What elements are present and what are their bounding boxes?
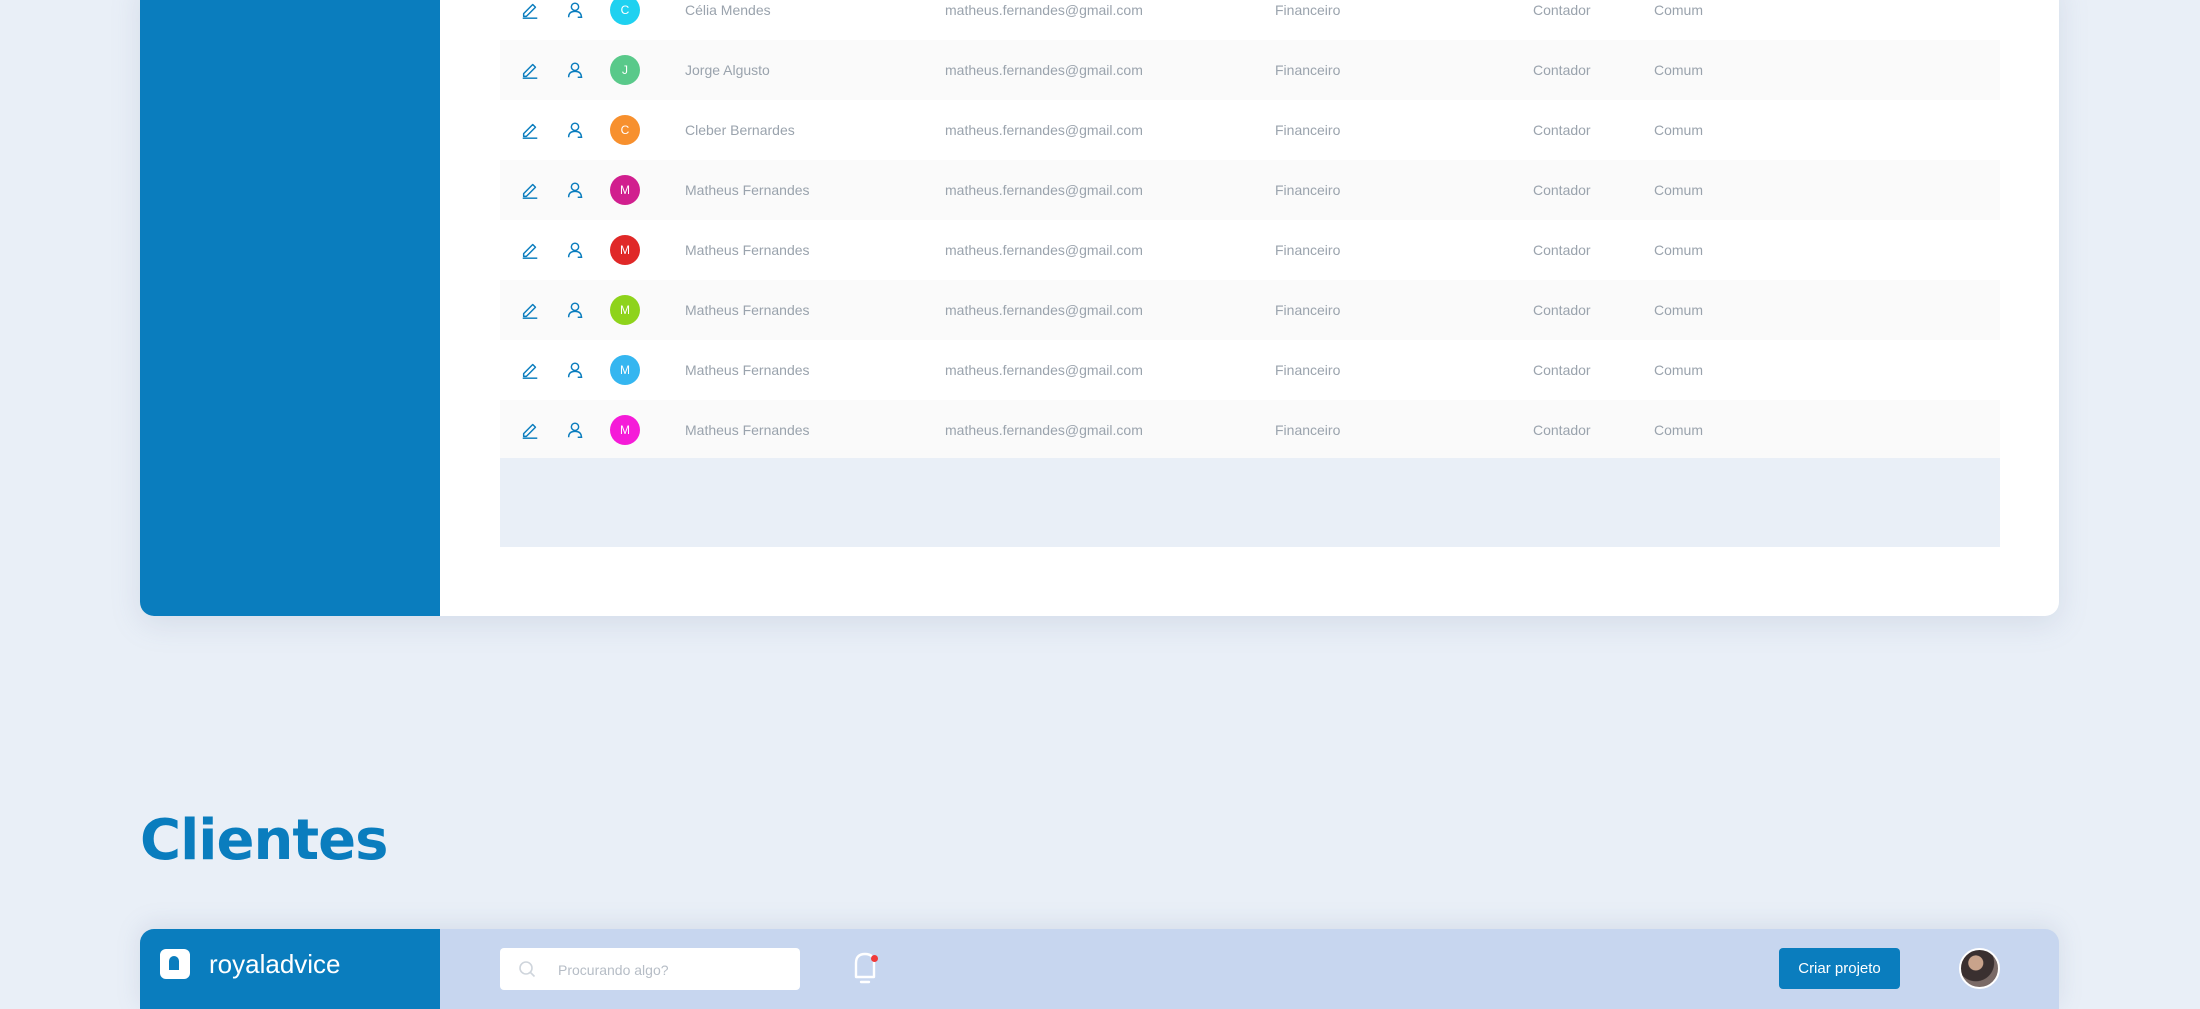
create-project-button[interactable]: Criar projeto xyxy=(1779,948,1900,989)
edit-pencil-icon[interactable] xyxy=(519,179,541,201)
search-box xyxy=(500,948,800,990)
user-department: Financeiro xyxy=(1275,302,1341,318)
user-profile-icon[interactable] xyxy=(564,0,586,21)
avatar: M xyxy=(610,235,640,265)
edit-pencil-icon[interactable] xyxy=(519,0,541,21)
logo-text: royaladvice xyxy=(209,949,341,979)
user-profile-icon[interactable] xyxy=(564,419,586,441)
user-department: Financeiro xyxy=(1275,182,1341,198)
user-type: Comum xyxy=(1654,362,1704,378)
edit-pencil-icon[interactable] xyxy=(519,119,541,141)
user-role: Contador xyxy=(1533,362,1591,378)
user-role: Contador xyxy=(1533,182,1591,198)
avatar: M xyxy=(610,355,640,385)
user-name: Matheus Fernandes xyxy=(685,302,810,318)
avatar: J xyxy=(610,55,640,85)
user-email: matheus.fernandes@gmail.com xyxy=(945,122,1143,138)
avatar: C xyxy=(610,115,640,145)
avatar: M xyxy=(610,415,640,445)
logo-icon xyxy=(160,949,190,979)
sidebar-header: royaladvice xyxy=(140,929,440,1009)
user-profile-icon[interactable] xyxy=(564,59,586,81)
user-email: matheus.fernandes@gmail.com xyxy=(945,362,1143,378)
edit-pencil-icon[interactable] xyxy=(519,359,541,381)
user-type: Comum xyxy=(1654,62,1704,78)
edit-pencil-icon[interactable] xyxy=(519,419,541,441)
avatar: M xyxy=(610,175,640,205)
clientes-app-header: royaladvice Criar projeto xyxy=(140,929,2059,1009)
table-row: M Matheus Fernandes matheus.fernandes@gmai… xyxy=(500,220,2000,280)
user-type: Comum xyxy=(1654,182,1704,198)
user-profile-icon[interactable] xyxy=(564,299,586,321)
user-role: Contador xyxy=(1533,302,1591,318)
table-row: C Célia Mendes matheus.fernandes@gmail.com… xyxy=(500,0,2000,40)
user-department: Financeiro xyxy=(1275,242,1341,258)
avatar: M xyxy=(610,295,640,325)
user-email: matheus.fernandes@gmail.com xyxy=(945,62,1143,78)
user-role: Contador xyxy=(1533,422,1591,438)
user-profile-icon[interactable] xyxy=(564,239,586,261)
user-department: Financeiro xyxy=(1275,62,1341,78)
notification-dot xyxy=(871,955,878,962)
user-profile-icon[interactable] xyxy=(564,359,586,381)
user-profile-icon[interactable] xyxy=(564,179,586,201)
sidebar xyxy=(140,0,440,616)
search-icon xyxy=(519,961,536,978)
user-email: matheus.fernandes@gmail.com xyxy=(945,2,1143,18)
page-title: Clientes xyxy=(140,808,388,873)
user-name: Cleber Bernardes xyxy=(685,122,795,138)
user-name: Jorge Algusto xyxy=(685,62,770,78)
table-row: J Jorge Algusto matheus.fernandes@gmail.co… xyxy=(500,40,2000,100)
table-row: M Matheus Fernandes matheus.fernandes@gmai… xyxy=(500,340,2000,400)
user-department: Financeiro xyxy=(1275,362,1341,378)
user-email: matheus.fernandes@gmail.com xyxy=(945,242,1143,258)
user-name: Matheus Fernandes xyxy=(685,242,810,258)
table-row: M Matheus Fernandes matheus.fernandes@gmai… xyxy=(500,160,2000,220)
users-panel: C Célia Mendes matheus.fernandes@gmail.com… xyxy=(140,0,2059,616)
user-type: Comum xyxy=(1654,242,1704,258)
table-row: M Matheus Fernandes matheus.fernandes@gmai… xyxy=(500,400,2000,460)
edit-pencil-icon[interactable] xyxy=(519,299,541,321)
search-input[interactable] xyxy=(556,956,790,984)
table-row: M Matheus Fernandes matheus.fernandes@gmai… xyxy=(500,280,2000,340)
user-email: matheus.fernandes@gmail.com xyxy=(945,422,1143,438)
user-name: Célia Mendes xyxy=(685,2,771,18)
user-role: Contador xyxy=(1533,2,1591,18)
user-name: Matheus Fernandes xyxy=(685,362,810,378)
user-email: matheus.fernandes@gmail.com xyxy=(945,302,1143,318)
user-type: Comum xyxy=(1654,302,1704,318)
user-name: Matheus Fernandes xyxy=(685,422,810,438)
user-profile-icon[interactable] xyxy=(564,119,586,141)
user-role: Contador xyxy=(1533,122,1591,138)
user-email: matheus.fernandes@gmail.com xyxy=(945,182,1143,198)
user-type: Comum xyxy=(1654,122,1704,138)
edit-pencil-icon[interactable] xyxy=(519,239,541,261)
users-table: C Célia Mendes matheus.fernandes@gmail.com… xyxy=(500,0,2000,460)
user-type: Comum xyxy=(1654,2,1704,18)
table-empty-area xyxy=(500,458,2000,547)
notification-bell-icon[interactable] xyxy=(847,946,883,990)
table-row: C Cleber Bernardes matheus.fernandes@gmail… xyxy=(500,100,2000,160)
user-name: Matheus Fernandes xyxy=(685,182,810,198)
user-role: Contador xyxy=(1533,62,1591,78)
avatar[interactable] xyxy=(1959,948,2000,989)
user-department: Financeiro xyxy=(1275,422,1341,438)
user-role: Contador xyxy=(1533,242,1591,258)
user-department: Financeiro xyxy=(1275,2,1341,18)
edit-pencil-icon[interactable] xyxy=(519,59,541,81)
user-department: Financeiro xyxy=(1275,122,1341,138)
avatar: C xyxy=(610,0,640,25)
user-type: Comum xyxy=(1654,422,1704,438)
